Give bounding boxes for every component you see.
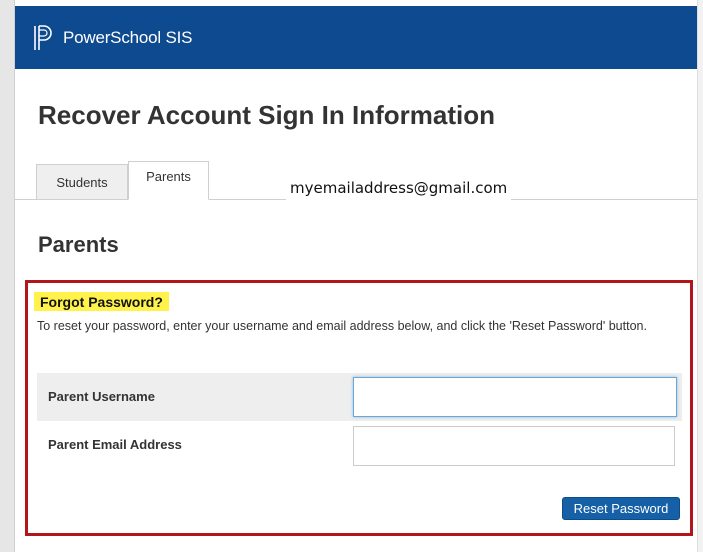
email-input[interactable] [353,426,675,466]
username-row: Parent Username [37,373,682,421]
username-label: Parent Username [48,389,155,404]
email-label: Parent Email Address [48,437,182,452]
page-title: Recover Account Sign In Information [38,100,495,130]
tab-students-label: Students [56,174,108,190]
reset-password-button[interactable]: Reset Password [562,497,680,520]
powerschool-logo-icon[interactable] [33,24,55,51]
email-annotation: myemailaddress@gmail.com [286,177,512,201]
instructions-text: To reset your password, enter your usern… [37,319,647,333]
forgot-password-heading: Forgot Password? [34,292,169,311]
app-title: PowerSchool SIS [63,27,193,47]
section-title: Parents [38,232,119,257]
tab-students[interactable]: Students [36,164,128,199]
window-left-edge [0,0,15,552]
window-right-edge [697,0,703,552]
tab-parents-label: Parents [146,169,191,184]
tab-parents[interactable]: Parents [128,161,209,200]
username-input[interactable] [353,377,677,417]
email-row: Parent Email Address [37,421,682,469]
app-header: PowerSchool SIS [15,6,697,69]
